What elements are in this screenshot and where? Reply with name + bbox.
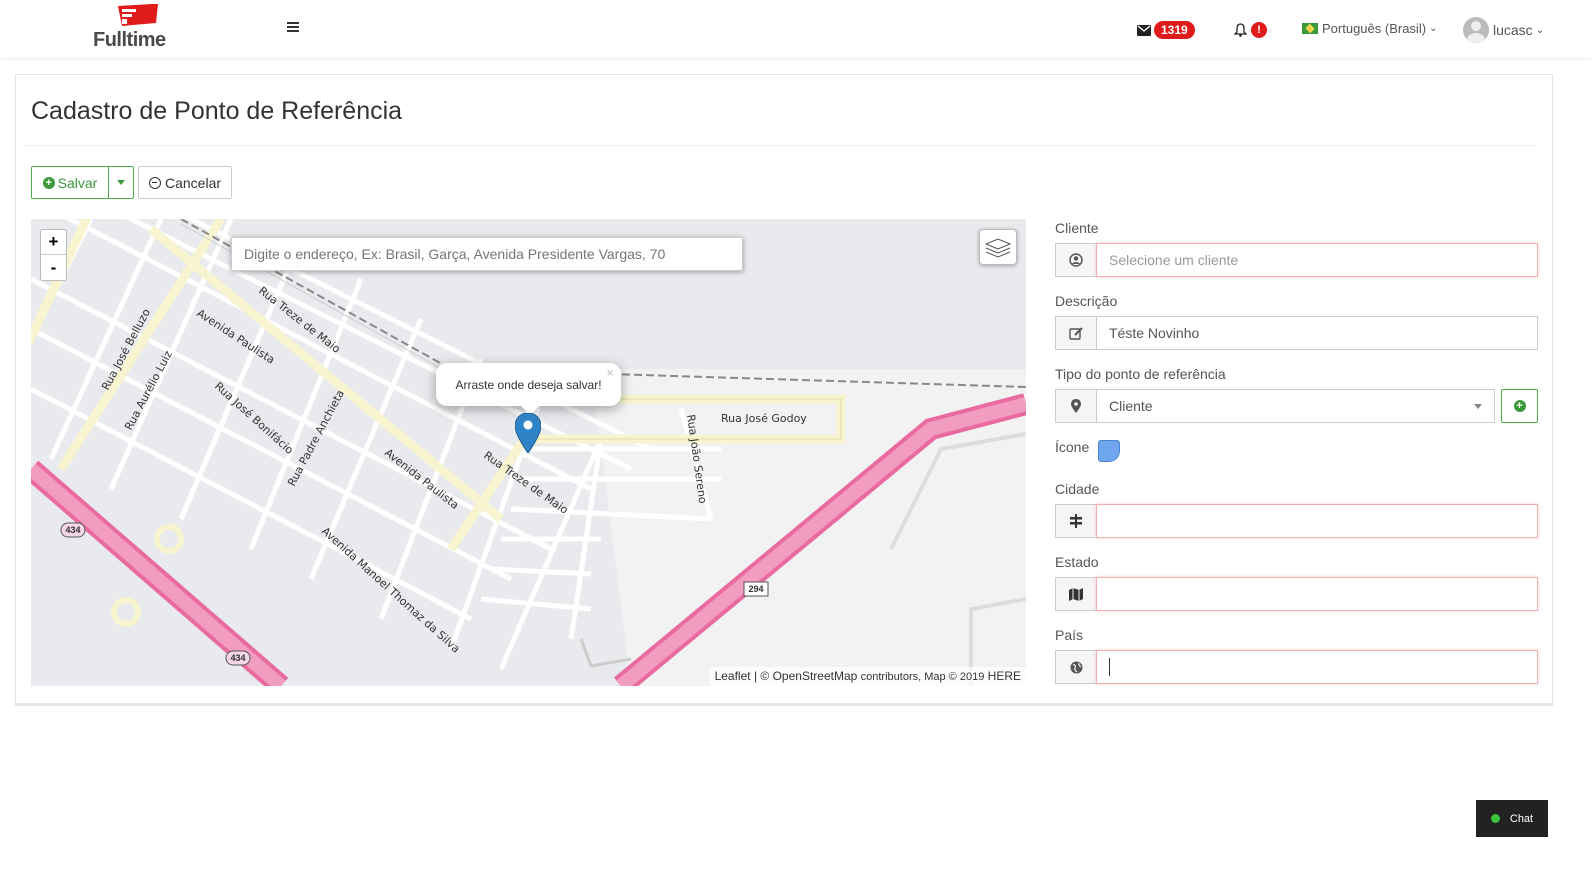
signpost-icon: [1055, 504, 1096, 538]
language-label: Português (Brasil): [1322, 21, 1427, 36]
brazil-flag-icon: [1302, 23, 1318, 34]
plus-circle-icon: +: [1513, 400, 1526, 412]
cidade-input[interactable]: [1096, 504, 1538, 538]
notifications-button[interactable]: !: [1234, 20, 1267, 40]
map-icon: [1055, 577, 1096, 611]
hamburger-menu-icon[interactable]: [287, 22, 299, 34]
osm-link[interactable]: © OpenStreetMap: [760, 669, 857, 683]
user-menu[interactable]: lucasc ⌄: [1463, 17, 1544, 43]
popup-text: Arraste onde deseja salvar!: [455, 377, 602, 392]
street-label: Rua José Godoy: [721, 412, 807, 425]
caret-down-icon: [1474, 403, 1482, 409]
pais-field: [1055, 650, 1538, 684]
logo-text: Fulltime: [93, 29, 166, 51]
cliente-select[interactable]: Selecione um cliente: [1096, 243, 1538, 277]
envelope-icon: [1137, 24, 1151, 36]
online-status-icon: [1490, 814, 1500, 823]
pais-label: País: [1055, 627, 1084, 643]
username-label: lucasc: [1493, 22, 1533, 38]
chevron-down-icon: ⌄: [1429, 23, 1438, 34]
add-tipo-button[interactable]: +: [1501, 389, 1538, 423]
cliente-field: Selecione um cliente: [1055, 243, 1538, 277]
tipo-selected-value: Cliente: [1109, 398, 1153, 414]
notifications-badge: !: [1251, 22, 1267, 38]
zoom-control: + -: [40, 229, 67, 281]
cancel-button[interactable]: Cancelar: [138, 166, 232, 199]
globe-icon: [1055, 650, 1096, 684]
map-marker-icon[interactable]: [515, 413, 541, 453]
map[interactable]: 434 434 294 Avenida Paulista Rua Treze d…: [31, 219, 1026, 686]
attribution-text: contributors, Map © 2019: [860, 671, 985, 683]
zoom-in-button[interactable]: +: [41, 230, 66, 255]
icone-label: Ícone: [1055, 439, 1090, 455]
estado-field: [1055, 577, 1538, 611]
map-attribution: Leaflet | © OpenStreetMap contributors, …: [709, 667, 1026, 686]
chat-button[interactable]: Chat: [1476, 800, 1548, 837]
logo-mark-icon: [118, 4, 158, 26]
tipo-select[interactable]: Cliente: [1096, 389, 1495, 423]
divider: [22, 145, 1536, 146]
cidade-field: [1055, 504, 1538, 538]
user-circle-icon: [1055, 243, 1096, 277]
cidade-label: Cidade: [1055, 481, 1100, 497]
estado-input[interactable]: [1096, 577, 1538, 611]
zoom-out-button[interactable]: -: [41, 255, 66, 280]
bell-icon: [1234, 23, 1247, 37]
here-text: HERE: [987, 669, 1021, 683]
tipo-label: Tipo do ponto de referência: [1055, 366, 1226, 382]
route-shield-434-b: 434: [230, 653, 245, 663]
tipo-field: Cliente: [1055, 389, 1495, 423]
language-selector[interactable]: Português (Brasil) ⌄: [1302, 21, 1437, 36]
layers-button[interactable]: [979, 229, 1017, 265]
estado-label: Estado: [1055, 554, 1099, 570]
messages-count-badge: 1319: [1154, 21, 1195, 39]
layers-icon: [985, 238, 1011, 258]
descricao-field: Téste Novinho: [1055, 316, 1538, 350]
descricao-input[interactable]: Téste Novinho: [1096, 316, 1538, 350]
map-popup: Arraste onde deseja salvar! ×: [436, 363, 621, 415]
save-options-dropdown[interactable]: [108, 166, 134, 199]
minus-circle-icon: [148, 176, 161, 189]
descricao-label: Descrição: [1055, 293, 1118, 309]
cancel-label: Cancelar: [164, 174, 222, 191]
form-panel: Cadastro de Ponto de Referência + Salvar…: [15, 74, 1553, 706]
avatar: [1463, 17, 1489, 43]
cliente-label: Cliente: [1055, 220, 1099, 236]
chevron-down-icon: ⌄: [1535, 24, 1545, 36]
fulltime-logo[interactable]: Fulltime: [93, 4, 173, 52]
messages-button[interactable]: 1319: [1137, 20, 1195, 40]
address-search-input[interactable]: [231, 237, 743, 271]
text-cursor: [1109, 658, 1110, 676]
save-button[interactable]: + Salvar: [31, 166, 109, 199]
edit-icon: [1055, 316, 1096, 350]
page-title: Cadastro de Ponto de Referência: [31, 97, 403, 125]
map-marker-icon: [1055, 389, 1096, 423]
caret-down-icon: [117, 180, 125, 185]
route-shield-294: 294: [748, 584, 763, 594]
pais-input[interactable]: [1096, 650, 1538, 684]
route-shield-434-a: 434: [65, 525, 80, 535]
chat-label: Chat: [1509, 812, 1534, 825]
popup-close-icon[interactable]: ×: [606, 365, 614, 380]
leaflet-link[interactable]: Leaflet: [715, 669, 751, 683]
icon-color-picker[interactable]: [1098, 440, 1120, 462]
save-label: Salvar: [57, 174, 98, 191]
plus-circle-icon: +: [42, 176, 55, 189]
top-navbar: Fulltime 1319 ! Português (Brasil) ⌄ luc…: [0, 0, 1592, 59]
